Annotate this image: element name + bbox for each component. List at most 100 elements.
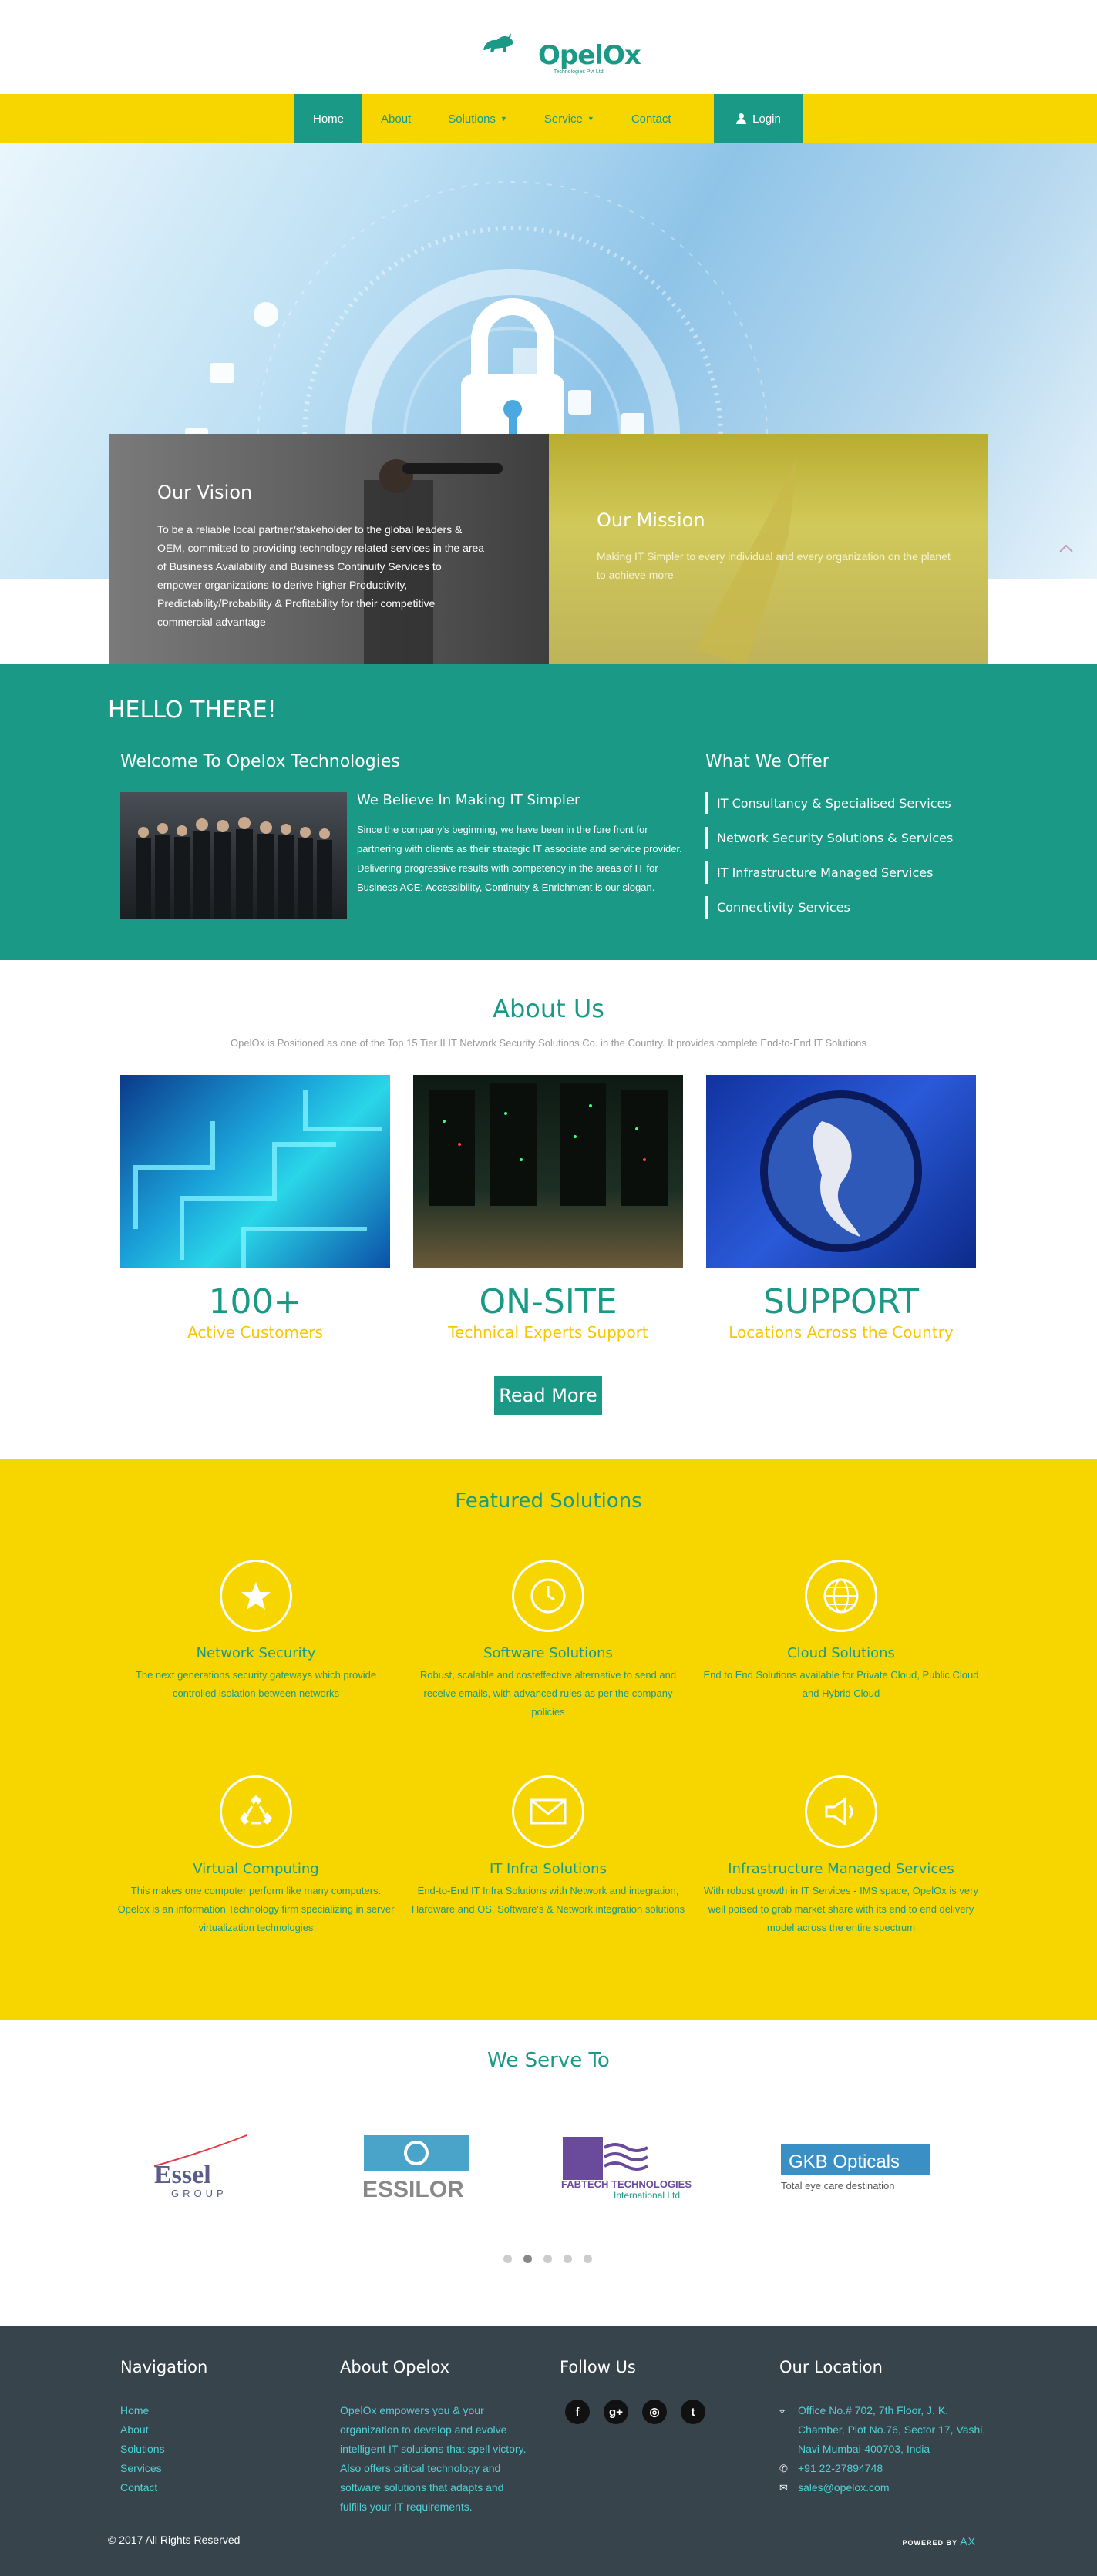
carousel-dot[interactable] <box>523 2255 532 2263</box>
solution-title: Network Security <box>196 1645 316 1661</box>
footer-about-title: About Opelox <box>340 2358 450 2376</box>
powered-by[interactable]: POWERED BY AX <box>902 2535 976 2547</box>
mission-title: Our Mission <box>597 509 705 531</box>
copyright-text: © 2017 All Rights Reserved <box>108 2534 241 2546</box>
carousel-dot[interactable] <box>543 2255 552 2263</box>
login-button[interactable]: Login <box>714 94 803 143</box>
envelope-icon: ✉ <box>779 2482 788 2494</box>
login-label: Login <box>752 112 781 126</box>
believe-text: Since the company's beginning, we have b… <box>357 824 682 893</box>
server-room-image <box>413 1075 683 1268</box>
instagram-icon[interactable]: ◎ <box>642 2400 667 2424</box>
logo-text[interactable]: OpelOx <box>538 40 641 71</box>
google-plus-icon[interactable]: g+ <box>604 2400 628 2424</box>
stat-label: Locations Across the Country <box>729 1323 954 1342</box>
offer-item[interactable]: Connectivity Services <box>705 896 998 919</box>
logo-tagline: Technologies Pvt Ltd <box>554 69 604 75</box>
globe-icon <box>805 1560 877 1632</box>
read-more-button[interactable]: Read More <box>494 1376 602 1415</box>
hero-section: Our Vision To be a reliable local partne… <box>0 143 1097 664</box>
carousel-dot[interactable] <box>584 2255 592 2263</box>
client-logo-essilor[interactable]: ESSILOR <box>343 2120 490 2205</box>
client-sub: International Ltd. <box>614 2190 682 2201</box>
welcome-heading: Welcome To Opelox Technologies <box>120 752 400 771</box>
about-subtitle: OpelOx is Positioned as one of the Top 1… <box>231 1037 866 1049</box>
nav-contact-label: Contact <box>631 112 671 126</box>
carousel-dot[interactable] <box>503 2255 512 2263</box>
nav-service[interactable]: Service ▼ <box>526 94 613 143</box>
megaphone-icon <box>805 1775 877 1848</box>
solution-text: The next generations security gateways w… <box>135 1669 377 1699</box>
footer-nav-links: Home About Solutions Services Contact <box>120 2401 165 2497</box>
vision-text: To be a reliable local partner/stakehold… <box>157 523 485 628</box>
footer-link-services[interactable]: Services <box>120 2459 165 2478</box>
solution-cloud[interactable]: Cloud Solutions End to End Solutions ava… <box>695 1560 988 1703</box>
twitter-icon[interactable]: t <box>681 2400 705 2424</box>
powered-by-label: POWERED BY <box>902 2539 957 2547</box>
navbar: Home About Solutions ▼ Service ▼ Contact L… <box>0 94 1097 143</box>
solution-ims[interactable]: Infrastructure Managed Services With rob… <box>695 1775 988 1937</box>
carousel-dot[interactable] <box>564 2255 572 2263</box>
footer-link-solutions[interactable]: Solutions <box>120 2440 165 2459</box>
footer-location: ⌖ Office No.# 702, 7th Floor, J. K. Chamb… <box>779 2401 988 2497</box>
footer-location-title: Our Location <box>779 2358 883 2376</box>
stat-customers: 100+ Active Customers <box>120 1282 390 1342</box>
nav-home[interactable]: Home <box>294 94 363 143</box>
client-logo-essel[interactable]: Essel GROUP <box>123 2120 270 2205</box>
caret-down-icon: ▼ <box>587 115 594 123</box>
solution-network-security[interactable]: Network Security The next generations se… <box>109 1560 402 1703</box>
solution-text: This makes one computer perform like man… <box>117 1885 395 1933</box>
about-section: About Us OpelOx is Positioned as one of … <box>0 960 1097 1459</box>
powered-by-brand: AX <box>960 2535 976 2547</box>
clients-title: We Serve To <box>487 2049 610 2072</box>
offer-item[interactable]: IT Consultancy & Specialised Services <box>705 792 998 814</box>
solution-title: Infrastructure Managed Services <box>728 1861 954 1877</box>
believe-heading: We Believe In Making IT Simpler <box>357 792 580 808</box>
solution-text: End-to-End IT Infra Solutions with Netwo… <box>411 1885 685 1915</box>
nav-solutions[interactable]: Solutions ▼ <box>429 94 526 143</box>
footer-link-contact[interactable]: Contact <box>120 2478 165 2497</box>
offer-item[interactable]: IT Infrastructure Managed Services <box>705 861 998 884</box>
stat-onsite: ON-SITE Technical Experts Support <box>413 1282 683 1342</box>
mission-text: Making IT Simpler to every individual an… <box>597 550 951 581</box>
client-logo-gkb[interactable]: GKB Opticals Total eye care destination <box>775 2120 944 2205</box>
clock-icon <box>512 1560 584 1632</box>
footer-nav-title: Navigation <box>120 2358 208 2376</box>
featured-section: Featured Solutions Network Security The … <box>0 1459 1097 2020</box>
client-logo-fabtech[interactable]: FABTECH TECHNOLOGIES International Ltd. <box>554 2120 715 2205</box>
header: OpelOx Technologies Pvt Ltd <box>0 0 1097 94</box>
client-sub: Total eye care destination <box>781 2180 894 2191</box>
footer-follow-title: Follow Us <box>560 2358 636 2376</box>
solution-it-infra[interactable]: IT Infra Solutions End-to-End IT Infra S… <box>402 1775 695 1919</box>
chevron-up-icon[interactable] <box>1058 544 1074 553</box>
facebook-icon[interactable]: f <box>565 2400 590 2424</box>
nav-contact[interactable]: Contact <box>613 94 690 143</box>
solution-text: With robust growth in IT Services - IMS … <box>704 1885 978 1933</box>
footer-about-text: OpelOx empowers you & your organization … <box>340 2404 527 2513</box>
offer-list: IT Consultancy & Specialised Services Ne… <box>705 792 998 931</box>
client-sub: GROUP <box>171 2188 227 2199</box>
envelope-icon <box>512 1775 584 1848</box>
footer: Navigation Home About Solutions Services… <box>0 2326 1097 2576</box>
user-icon <box>735 113 747 124</box>
footer-email[interactable]: sales@opelox.com <box>798 2478 890 2497</box>
footer-phone[interactable]: +91 22-27894748 <box>798 2459 883 2478</box>
main-nav: Home About Solutions ▼ Service ▼ Contact <box>294 94 690 143</box>
offer-item[interactable]: Network Security Solutions & Services <box>705 827 998 849</box>
map-pin-icon: ⌖ <box>779 2405 786 2416</box>
nav-about[interactable]: About <box>362 94 429 143</box>
vision-title: Our Vision <box>157 482 253 503</box>
globe-image <box>706 1075 976 1268</box>
solution-software[interactable]: Software Solutions Robust, scalable and … <box>402 1560 695 1721</box>
star-icon <box>220 1560 292 1632</box>
stat-label: Technical Experts Support <box>448 1323 648 1342</box>
stat-label: Active Customers <box>187 1323 323 1342</box>
stat-value: ON-SITE <box>479 1282 617 1322</box>
phone-icon: ✆ <box>779 2463 788 2474</box>
stat-support: SUPPORT Locations Across the Country <box>706 1282 976 1342</box>
about-title: About Us <box>493 994 604 1023</box>
social-links: f g+ ◎ t <box>565 2400 719 2424</box>
footer-link-about[interactable]: About <box>120 2420 165 2440</box>
solution-virtual-computing[interactable]: Virtual Computing This makes one compute… <box>109 1775 402 1937</box>
footer-link-home[interactable]: Home <box>120 2401 165 2420</box>
